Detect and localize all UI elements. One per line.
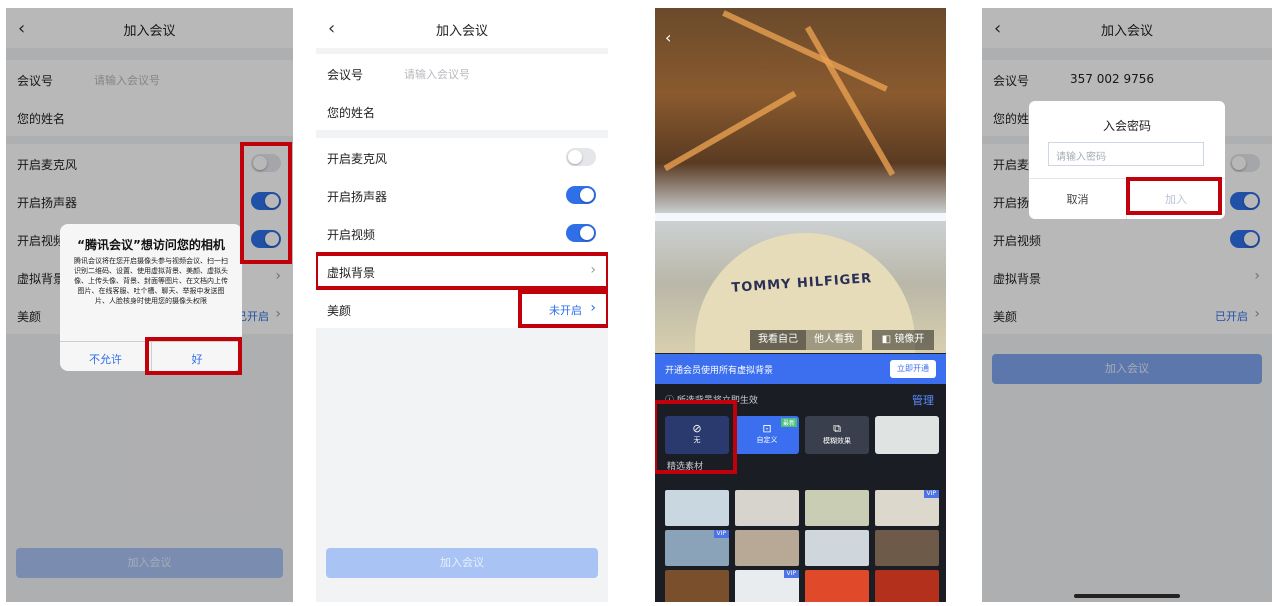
- mirror-toggle[interactable]: ◧ 镜像开: [872, 330, 934, 350]
- highlight-beauty: [518, 290, 608, 328]
- name-label: 您的姓名: [327, 106, 376, 120]
- bg-thumb[interactable]: [805, 530, 869, 566]
- meeting-id-row: 会议号 请输入会议号: [316, 54, 608, 92]
- tab-self-view[interactable]: 我看自己: [750, 330, 806, 350]
- cancel-button[interactable]: 取消: [1029, 191, 1126, 207]
- name-row: 您的姓名: [316, 92, 608, 130]
- person-blur-icon: ⧉: [833, 422, 841, 435]
- password-input[interactable]: 请输入密码: [1048, 142, 1204, 166]
- bg-thumb[interactable]: [735, 490, 799, 526]
- join-meeting-button[interactable]: 加入会议: [326, 548, 598, 578]
- speaker-label: 开启扬声器: [327, 190, 388, 204]
- manage-button[interactable]: 管理: [912, 392, 934, 408]
- meeting-id-label: 会议号: [327, 68, 364, 82]
- mirror-label: 镜像开: [894, 334, 925, 345]
- modal-overlay: [982, 8, 1272, 602]
- video-row: 开启视频: [316, 214, 608, 252]
- deny-button[interactable]: 不允许: [60, 351, 151, 367]
- meeting-id-input[interactable]: 请输入会议号: [404, 66, 470, 82]
- toggle-knob: [568, 150, 582, 164]
- highlight-join: [1126, 177, 1222, 215]
- speaker-row: 开启扬声器: [316, 176, 608, 214]
- bg-thumb[interactable]: [805, 570, 869, 602]
- bg-option-blur[interactable]: ⧉ 模糊效果: [805, 416, 869, 454]
- dialog-title: “腾讯会议”想访问您的相机: [77, 238, 225, 252]
- highlight-allow: [145, 337, 242, 375]
- bg-thumb[interactable]: [875, 530, 939, 566]
- vip-badge: VIP: [923, 490, 939, 498]
- screen-join-camera-permission: ‹ 加入会议 会议号 请输入会议号 您的姓名 开启麦克风 开启扬声器 开启视频 …: [6, 8, 293, 602]
- beauty-label: 美颜: [327, 304, 352, 318]
- bg-thumb[interactable]: [805, 490, 869, 526]
- mic-row: 开启麦克风: [316, 138, 608, 176]
- camera-preview: TOMMY HILFIGER: [655, 8, 946, 353]
- bg-option-label: 模糊效果: [823, 437, 851, 445]
- page-title: 加入会议: [435, 24, 488, 39]
- bg-thumb[interactable]: VIP: [665, 530, 729, 566]
- video-label: 开启视频: [327, 228, 376, 242]
- mic-toggle[interactable]: [566, 148, 596, 166]
- tab-others-view[interactable]: 他人看我: [806, 330, 862, 350]
- vip-banner: 开通会员使用所有虚拟背景 立即开通: [655, 354, 946, 384]
- highlight-toggles: [240, 142, 292, 264]
- screen-virtual-background: TOMMY HILFIGER ‹ 我看自己 他人看我 ◧ 镜像开 开通会员使用所…: [655, 8, 946, 602]
- bg-thumb[interactable]: [875, 570, 939, 602]
- highlight-none-option: [655, 400, 737, 474]
- bg-option-custom[interactable]: ⊡ 自定义 最新: [735, 416, 799, 454]
- light-strip: [655, 213, 946, 221]
- vip-banner-text: 开通会员使用所有虚拟背景: [665, 366, 774, 376]
- dialog-title: 入会密码: [1102, 119, 1151, 133]
- speaker-toggle[interactable]: [566, 186, 596, 204]
- ceiling-light: [722, 10, 888, 92]
- back-chevron-icon[interactable]: ‹: [665, 28, 671, 47]
- vip-open-button[interactable]: 立即开通: [890, 360, 936, 378]
- bg-option-room[interactable]: [875, 416, 939, 454]
- video-toggle[interactable]: [566, 224, 596, 242]
- toggle-knob: [580, 226, 594, 240]
- vip-badge: VIP: [713, 530, 729, 538]
- toggle-knob: [580, 188, 594, 202]
- bg-thumb[interactable]: VIP: [735, 570, 799, 602]
- screen-meeting-password: ‹ 加入会议 会议号 357 002 9756 您的姓名 开启麦克风 开启扬声器…: [982, 8, 1272, 602]
- dialog-message: 腾讯会议将在您开启摄像头参与视频会议、扫一扫识别二维码、设置、使用虚拟背景、美颜…: [74, 257, 228, 305]
- bg-thumb[interactable]: [665, 490, 729, 526]
- bg-thumb[interactable]: VIP: [875, 490, 939, 526]
- vip-badge: VIP: [783, 570, 799, 578]
- bg-option-label: 自定义: [756, 436, 778, 444]
- highlight-virtual-bg: [316, 252, 608, 290]
- ceiling-light: [804, 25, 896, 177]
- home-indicator: [1074, 594, 1180, 598]
- mirror-icon: ◧: [881, 334, 895, 345]
- bg-thumb[interactable]: [665, 570, 729, 602]
- screen-join-settings: ‹ 加入会议 会议号 请输入会议号 您的姓名 开启麦克风 开启扬声器 开启视频 …: [316, 8, 608, 602]
- ceiling-light: [663, 90, 797, 172]
- top-bar: ‹ 加入会议: [316, 8, 608, 48]
- bg-thumb[interactable]: [735, 530, 799, 566]
- mic-label: 开启麦克风: [327, 152, 388, 166]
- new-badge: 最新: [780, 418, 797, 427]
